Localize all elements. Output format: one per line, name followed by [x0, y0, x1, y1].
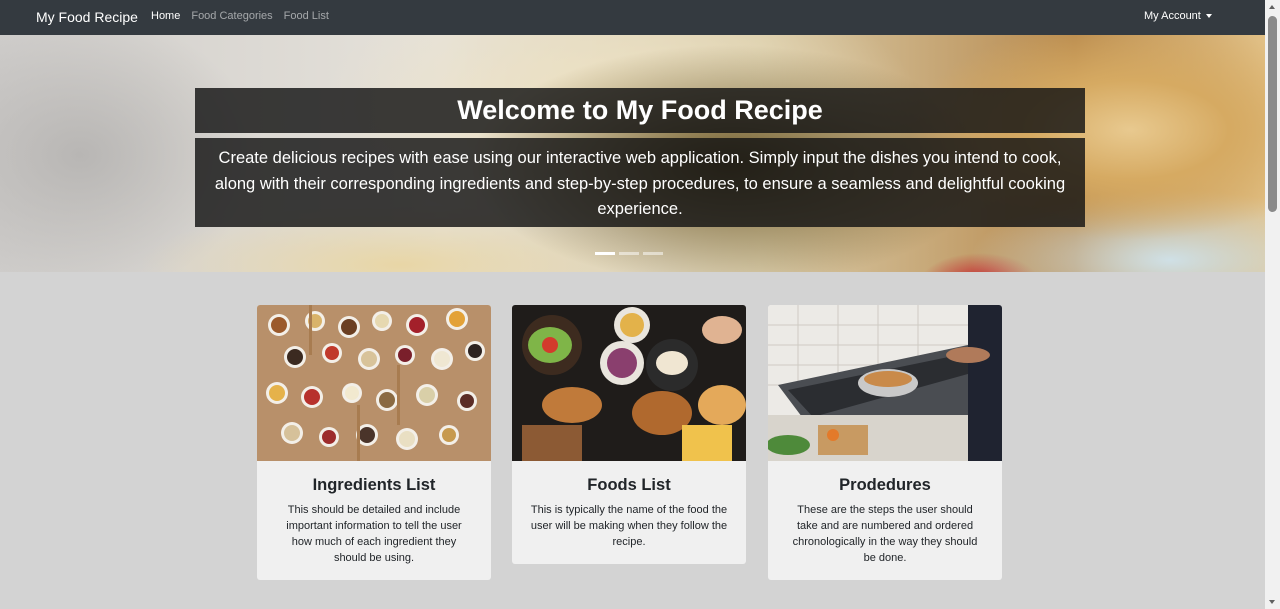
procedures-card-image	[768, 305, 1002, 461]
hero-title: Welcome to My Food Recipe	[195, 88, 1085, 133]
ingredients-card-title: Ingredients List	[312, 476, 436, 494]
ingredients-card-text: This should be detailed and include impo…	[286, 504, 462, 564]
my-account-dropdown[interactable]: My Account	[1144, 9, 1212, 23]
procedures-card-text: These are the steps the user should take…	[792, 504, 978, 564]
carousel-indicator-1[interactable]	[595, 252, 615, 255]
carousel-indicator-2[interactable]	[619, 252, 639, 255]
foods-card-text: This is typically the name of the food t…	[530, 504, 728, 548]
nav-link-home[interactable]: Home	[151, 9, 180, 23]
nav-links: Home Food Categories Food List	[151, 9, 340, 23]
carousel-indicator-3[interactable]	[643, 252, 663, 255]
hero-description: Create delicious recipes with ease using…	[195, 138, 1085, 227]
top-navbar: My Food Recipe Home Food Categories Food…	[0, 0, 1265, 35]
scroll-down-icon[interactable]	[1269, 600, 1275, 604]
caret-down-icon	[1205, 14, 1212, 18]
ingredients-card: Ingredients List This should be detailed…	[257, 305, 491, 580]
brand-link[interactable]: My Food Recipe	[36, 8, 138, 26]
ingredients-card-image	[257, 305, 491, 461]
scroll-up-icon[interactable]	[1269, 5, 1275, 9]
scroll-thumb[interactable]	[1268, 16, 1277, 212]
my-account-label: My Account	[1144, 10, 1201, 22]
foods-card: Foods List This is typically the name of…	[512, 305, 746, 564]
procedures-card-title: Prodedures	[839, 476, 931, 494]
procedures-card: Prodedures These are the steps the user …	[768, 305, 1002, 580]
foods-card-title: Foods List	[587, 476, 671, 494]
hero-carousel: Welcome to My Food Recipe Create delicio…	[0, 35, 1265, 272]
carousel-indicators	[595, 252, 667, 255]
nav-link-food-categories[interactable]: Food Categories	[191, 9, 272, 23]
foods-card-image	[512, 305, 746, 461]
page-scrollbar[interactable]	[1265, 0, 1280, 609]
nav-link-food-list[interactable]: Food List	[284, 9, 329, 23]
